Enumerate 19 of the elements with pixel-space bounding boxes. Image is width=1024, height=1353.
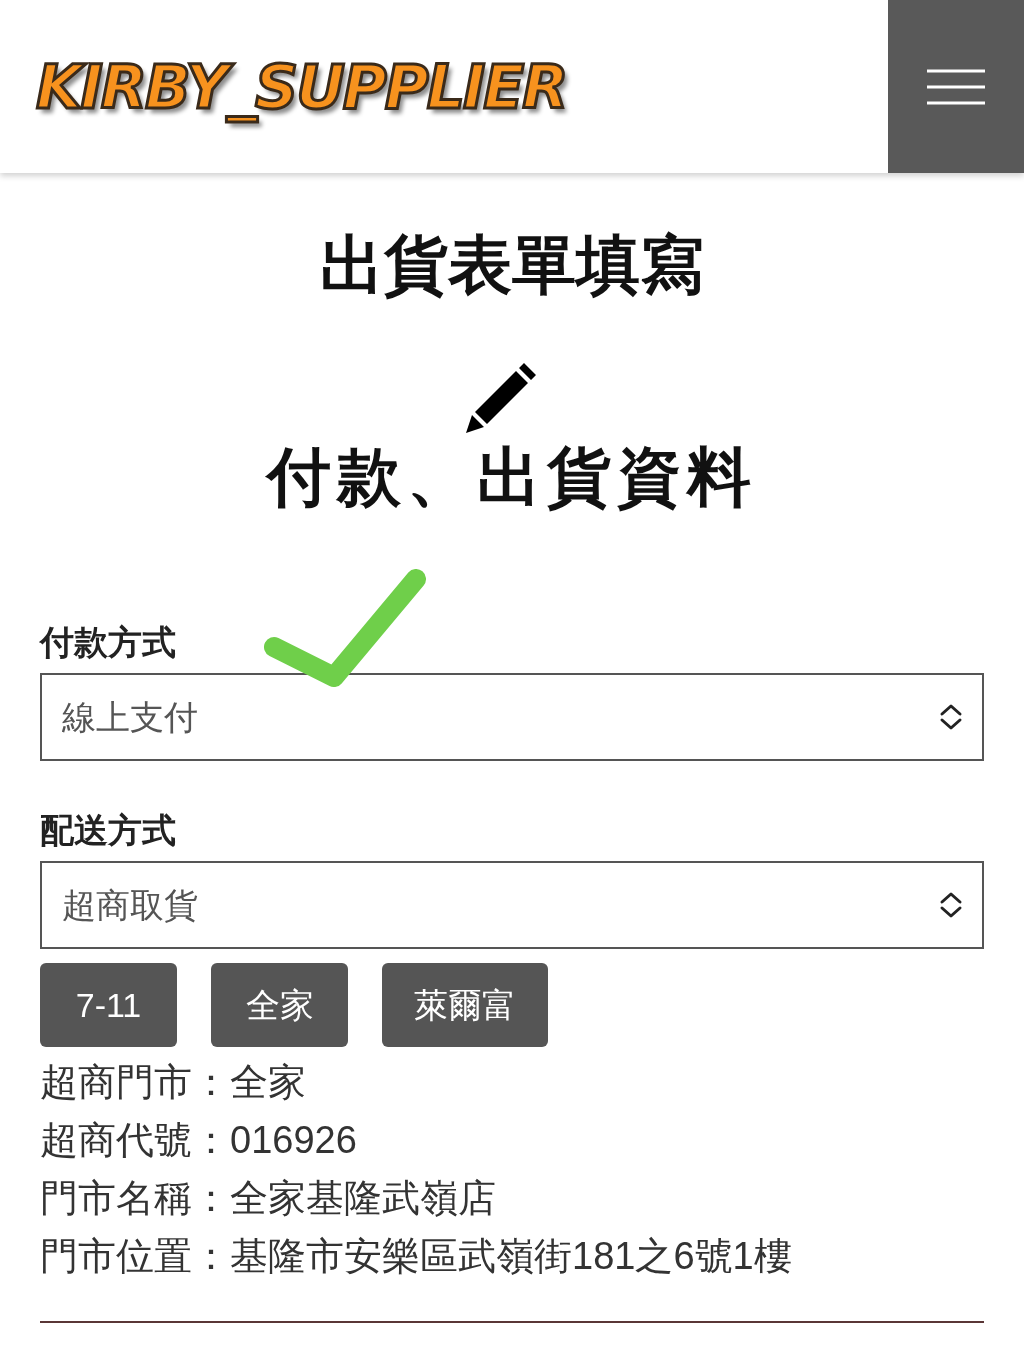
pencil-icon [464,363,536,435]
page-title: 出貨表單填寫 [320,228,704,303]
store-info-line: 門市名稱：全家基隆武嶺店 [40,1176,497,1221]
select-value: 線上支付 [62,696,198,738]
menu-button[interactable] [888,0,1024,173]
field-label: 配送方式 [40,810,177,851]
check-mark-icon [264,569,426,687]
store-button[interactable]: 全家 [211,963,348,1047]
select-field[interactable]: 超商取貨 [40,861,984,949]
field-label: 付款方式 [40,622,177,663]
store-info-line: 超商代號：016926 [40,1118,358,1163]
store-info-line: 門市位置：基隆市安樂區武嶺街181之6號1樓 [40,1234,793,1279]
store-button[interactable]: 萊爾富 [382,963,548,1047]
section-title: 付款、出貨資料 [267,440,757,515]
menu-icon [927,68,985,105]
store-info-line: 超商門市：全家 [40,1060,307,1105]
select-value: 超商取貨 [62,884,198,926]
select-field[interactable]: 線上支付 [40,673,984,761]
store-button[interactable]: 7-11 [40,963,177,1047]
